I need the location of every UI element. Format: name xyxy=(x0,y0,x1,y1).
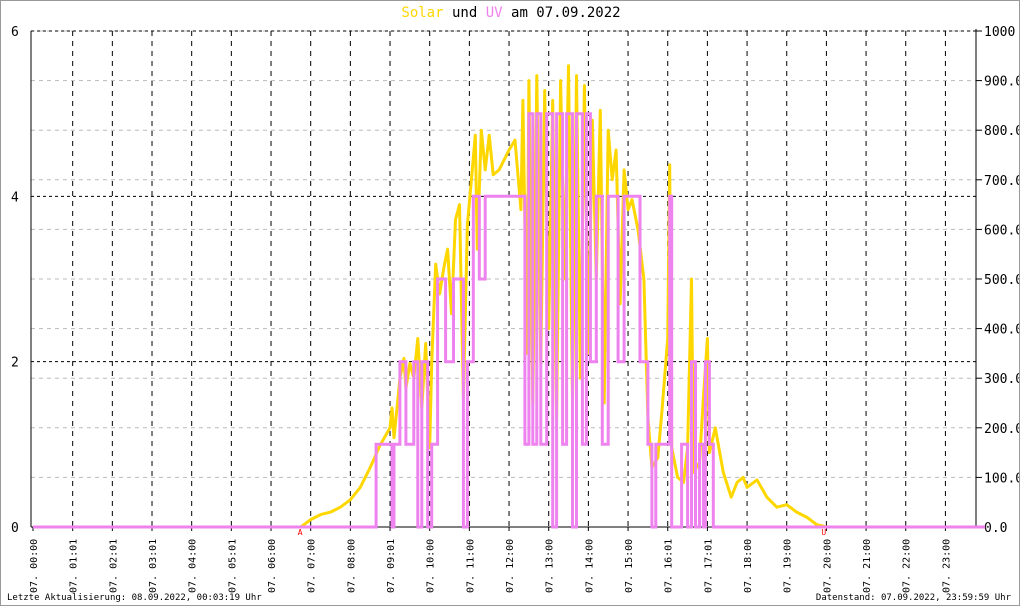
right-axis-label: 800.0 xyxy=(984,124,1020,139)
x-axis-label: 07. 02:01 xyxy=(108,539,119,593)
x-axis-label: 07. 18:00 xyxy=(743,539,754,593)
right-axis-label: 100.0 xyxy=(984,471,1020,486)
x-axis-label: 07. 23:00 xyxy=(941,539,952,593)
x-axis-label: 07. 13:00 xyxy=(545,539,556,593)
x-axis-label: 07. 17:01 xyxy=(703,539,714,593)
right-axis-label: 600.0 xyxy=(984,223,1020,238)
x-axis-label: 07. 06:00 xyxy=(267,539,278,593)
right-axis-label: 700.0 xyxy=(984,174,1020,189)
right-axis-label: 400.0 xyxy=(984,323,1020,338)
right-axis-label: 500.0 xyxy=(984,273,1020,288)
event-marker: U xyxy=(821,528,826,537)
x-axis-label: 07. 12:00 xyxy=(505,539,516,593)
event-marker: A xyxy=(298,528,303,537)
x-axis-label: 07. 07:00 xyxy=(307,539,318,593)
x-axis-label: 07. 08:00 xyxy=(346,539,357,593)
x-axis-label: 07. 20:00 xyxy=(822,539,833,593)
x-axis-label: 07. 04:00 xyxy=(188,539,199,593)
x-axis-label: 07. 05:01 xyxy=(227,539,238,593)
left-axis-label: 0 xyxy=(11,521,19,536)
x-axis-label: 07. 16:01 xyxy=(664,539,675,593)
x-axis-label: 07. 15:00 xyxy=(624,539,635,593)
x-axis-label: 07. 03:01 xyxy=(148,539,159,593)
right-axis-label: 900.0 xyxy=(984,75,1020,90)
x-axis-label: 07. 21:00 xyxy=(862,539,873,593)
x-axis-label: 07. 00:00 xyxy=(29,539,40,593)
x-axis-label: 07. 11:00 xyxy=(465,539,476,593)
right-axis-label: 300.0 xyxy=(984,372,1020,387)
right-axis-label: 0.0 xyxy=(984,521,1007,536)
x-axis-label: 07. 22:00 xyxy=(902,539,913,593)
x-axis-label: 07. 19:00 xyxy=(783,539,794,593)
right-axis-label: 1000 xyxy=(984,25,1015,40)
left-axis-label: 6 xyxy=(11,25,19,40)
data-status-text: Datenstand: 07.09.2022, 23:59:59 Uhr xyxy=(815,593,1011,603)
chart-window: Solar und UV am 07.09.2022 0.0 100.0 200.0… xyxy=(0,0,1020,606)
left-axis-label: 4 xyxy=(11,190,19,205)
left-axis-label: 2 xyxy=(11,356,19,371)
plot-area: 0.0 100.0 200.0 300.0 400.0 500.0 600.0 700.0 80… xyxy=(11,25,1020,593)
x-axis-label: 07. 10:00 xyxy=(426,539,437,593)
x-axis-label: 07. 01:01 xyxy=(69,539,80,593)
right-axis-label: 200.0 xyxy=(984,422,1020,437)
last-update-text: Letzte Aktualisierung: 08.09.2022, 00:03… xyxy=(7,593,262,603)
x-axis-label: 07. 09:01 xyxy=(386,539,397,593)
x-axis-label: 07. 14:00 xyxy=(584,539,595,593)
